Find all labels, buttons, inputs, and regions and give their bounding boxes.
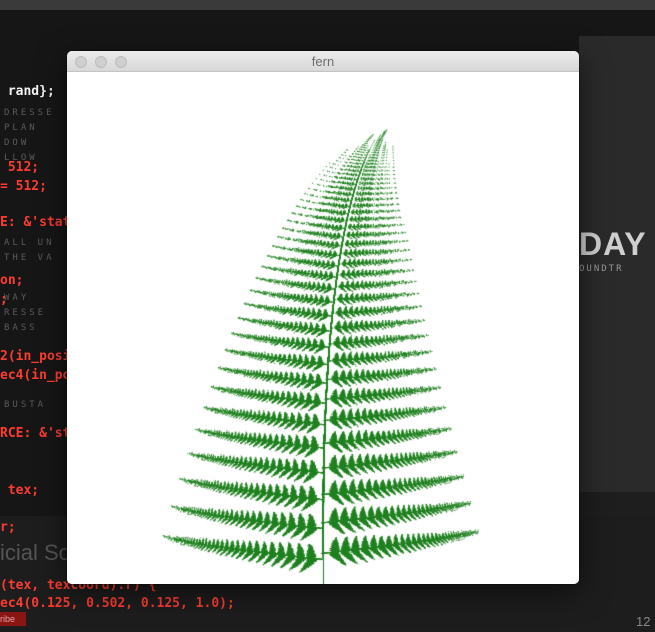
ghost-text: ALL UN — [4, 238, 55, 248]
ghost-text: DOW — [4, 138, 30, 148]
background-page-number: 12 — [636, 614, 651, 629]
code-line-3: = 512; — [0, 179, 47, 194]
code-line-11: r; — [0, 520, 16, 535]
background-tag: ribe — [0, 612, 26, 626]
code-line-9: RCE: &'st — [0, 426, 71, 441]
video-title-text: DAY — [579, 226, 647, 262]
window-title: fern — [311, 54, 335, 69]
ghost-text: RESSE — [4, 308, 47, 318]
code-line-1: rand}; — [0, 84, 55, 99]
code-line-7: 2(in_posi — [0, 349, 71, 364]
ghost-text: BUSTA — [4, 400, 47, 410]
ghost-text: BASS — [4, 323, 38, 333]
fern-canvas[interactable] — [67, 72, 579, 584]
title-bar[interactable]: fern — [67, 51, 579, 72]
code-line-6: ; — [0, 292, 8, 307]
zoom-button[interactable] — [115, 56, 127, 68]
ghost-text: THE VA — [4, 253, 55, 263]
code-line-10: tex; — [0, 483, 40, 498]
background-video-panel — [579, 36, 655, 516]
code-line-2: 512; — [0, 160, 40, 175]
close-button[interactable] — [75, 56, 87, 68]
code-line-5: on; — [0, 273, 24, 288]
code-line-4: E: &'stat — [0, 215, 71, 230]
ghost-text: DRESSE — [4, 108, 55, 118]
code-line-8: ec4(in_po — [0, 368, 71, 383]
video-subtitle-text: OUNDTR — [579, 264, 624, 274]
background-menu-bar — [0, 0, 655, 10]
ghost-text: PLAN — [4, 123, 38, 133]
code-line-13: ec4(0.125, 0.502, 0.125, 1.0); — [0, 596, 235, 611]
fern-window: fern — [67, 51, 579, 584]
minimize-button[interactable] — [95, 56, 107, 68]
